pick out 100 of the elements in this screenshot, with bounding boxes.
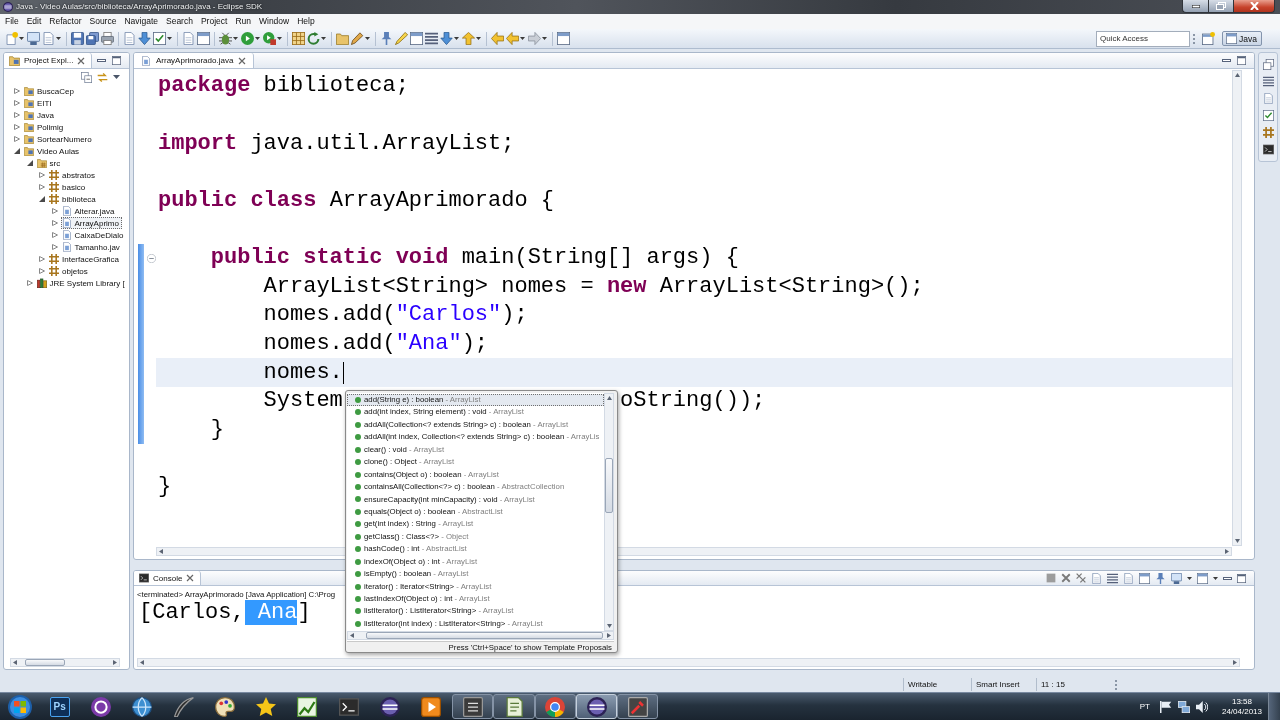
folder-icon[interactable]: [336, 32, 349, 45]
left-arrow-icon[interactable]: [13, 660, 17, 665]
checkbox-icon[interactable]: [1262, 110, 1274, 121]
caret-icon[interactable]: [19, 37, 24, 40]
terminal-icon[interactable]: [1262, 144, 1274, 155]
vertical-scrollbar[interactable]: [604, 393, 614, 631]
tree-item[interactable]: biblioteca: [48, 193, 99, 205]
menu-item[interactable]: Search: [162, 15, 197, 28]
list-icon[interactable]: [1107, 572, 1118, 584]
close-icon[interactable]: [77, 56, 86, 65]
editor-tab[interactable]: ArrayAprimorado.java: [134, 53, 255, 68]
maximize-icon[interactable]: [1237, 56, 1246, 65]
hash-icon[interactable]: [1262, 127, 1274, 138]
monitor-icon[interactable]: [27, 32, 40, 45]
page-icon[interactable]: [182, 32, 195, 45]
menu-item[interactable]: File: [1, 15, 23, 28]
highlighter-icon[interactable]: [395, 32, 408, 45]
caret-icon[interactable]: [167, 37, 172, 40]
refresh-icon[interactable]: [307, 32, 320, 45]
caret-icon[interactable]: [277, 37, 282, 40]
perspective-button[interactable]: Java: [1222, 31, 1262, 46]
taskbar-button[interactable]: Ps: [39, 694, 81, 719]
download-icon[interactable]: [138, 32, 151, 45]
tree-item[interactable]: BuscaCep: [23, 85, 77, 97]
minimize-icon[interactable]: [1223, 576, 1232, 580]
list-icon[interactable]: [1262, 76, 1274, 87]
network-icon[interactable]: [1177, 700, 1190, 713]
down-arrow-icon[interactable]: [440, 32, 453, 45]
tree-item[interactable]: Video Aulas: [23, 145, 83, 157]
caret-icon[interactable]: [365, 37, 370, 40]
bug-icon[interactable]: [219, 32, 232, 45]
taskbar-button[interactable]: [534, 694, 576, 719]
maximize-icon[interactable]: [112, 56, 121, 65]
window-icon[interactable]: [410, 32, 423, 45]
caret-icon[interactable]: [1213, 576, 1218, 580]
tree-item[interactable]: src: [35, 157, 64, 169]
caret-icon[interactable]: [233, 37, 238, 40]
window-icon[interactable]: [197, 32, 210, 45]
save-icon[interactable]: [71, 32, 84, 45]
checkbox-icon[interactable]: [153, 32, 166, 45]
horizontal-scrollbar[interactable]: [10, 658, 120, 667]
caret-icon[interactable]: [542, 37, 547, 40]
menu-item[interactable]: Project: [196, 15, 232, 28]
scrollbar-thumb[interactable]: [366, 632, 603, 639]
menu-item[interactable]: Edit: [22, 15, 46, 28]
caret-icon[interactable]: [255, 37, 260, 40]
page-icon[interactable]: [123, 32, 136, 45]
caret-icon[interactable]: [56, 37, 61, 40]
flag-icon[interactable]: [1159, 700, 1172, 713]
menu-item[interactable]: Refactor: [45, 15, 86, 28]
tree-item[interactable]: ArrayAprimo: [60, 217, 122, 229]
menu-item[interactable]: Help: [293, 15, 319, 28]
minimize-icon[interactable]: [97, 59, 106, 62]
caret-icon[interactable]: [113, 75, 120, 79]
tree-item[interactable]: Tamanho.jav: [60, 241, 123, 253]
collapse-icon[interactable]: [147, 253, 156, 263]
right-arrow-icon[interactable]: [607, 633, 611, 638]
show-desktop-button[interactable]: [1268, 693, 1280, 720]
left-arrow-icon[interactable]: [140, 660, 144, 665]
left-arrow-icon[interactable]: [491, 32, 504, 45]
up-arrow-icon[interactable]: [1234, 73, 1240, 77]
language-indicator[interactable]: PT: [1139, 702, 1150, 711]
tree-item[interactable]: SortearNumero: [23, 133, 95, 145]
right-arrow-icon[interactable]: [113, 660, 117, 665]
tree-item[interactable]: Alterar.java: [60, 205, 118, 217]
up-arrow-icon[interactable]: [606, 396, 612, 400]
down-arrow-icon[interactable]: [606, 624, 612, 628]
taskbar-button[interactable]: [575, 694, 618, 719]
restore-button[interactable]: [1208, 0, 1234, 13]
tree-item[interactable]: objetos: [48, 265, 91, 277]
minimize-icon[interactable]: [1222, 59, 1231, 62]
swap-arrows-icon[interactable]: [97, 71, 108, 83]
view-tab[interactable]: Project Expl...: [4, 53, 93, 68]
window-icon[interactable]: [1197, 572, 1208, 584]
tree-item[interactable]: Polimig: [23, 121, 67, 133]
caret-icon[interactable]: [476, 37, 481, 40]
pin-icon[interactable]: [1155, 572, 1166, 584]
pin-icon[interactable]: [380, 32, 393, 45]
menu-item[interactable]: Run: [231, 15, 255, 28]
expand-arrow-icon[interactable]: [26, 160, 33, 166]
pencil-icon[interactable]: [351, 32, 364, 45]
left-arrow-icon[interactable]: [159, 549, 163, 554]
tree-item[interactable]: Java: [23, 109, 57, 121]
x-mark-icon[interactable]: [1061, 573, 1071, 583]
horizontal-scrollbar[interactable]: [137, 658, 1240, 667]
expand-arrow-icon[interactable]: [39, 196, 45, 202]
scrollbar-thumb[interactable]: [605, 458, 613, 513]
collapse-all-icon[interactable]: [81, 71, 92, 83]
console-tab[interactable]: Console: [134, 571, 202, 585]
menu-item[interactable]: Window: [255, 15, 294, 28]
minimize-button[interactable]: [1182, 0, 1208, 13]
quick-access-field[interactable]: Quick Access: [1096, 30, 1191, 47]
left-arrow-icon[interactable]: [350, 633, 354, 638]
tree-item[interactable]: JRE System Library [: [35, 277, 128, 289]
tree-item[interactable]: basico: [48, 181, 89, 193]
menu-item[interactable]: Navigate: [120, 15, 162, 28]
window-icon[interactable]: [557, 32, 570, 45]
grid-icon[interactable]: [292, 32, 305, 45]
tree-item[interactable]: abstratos: [48, 169, 98, 181]
taskbar-button[interactable]: [493, 694, 535, 719]
